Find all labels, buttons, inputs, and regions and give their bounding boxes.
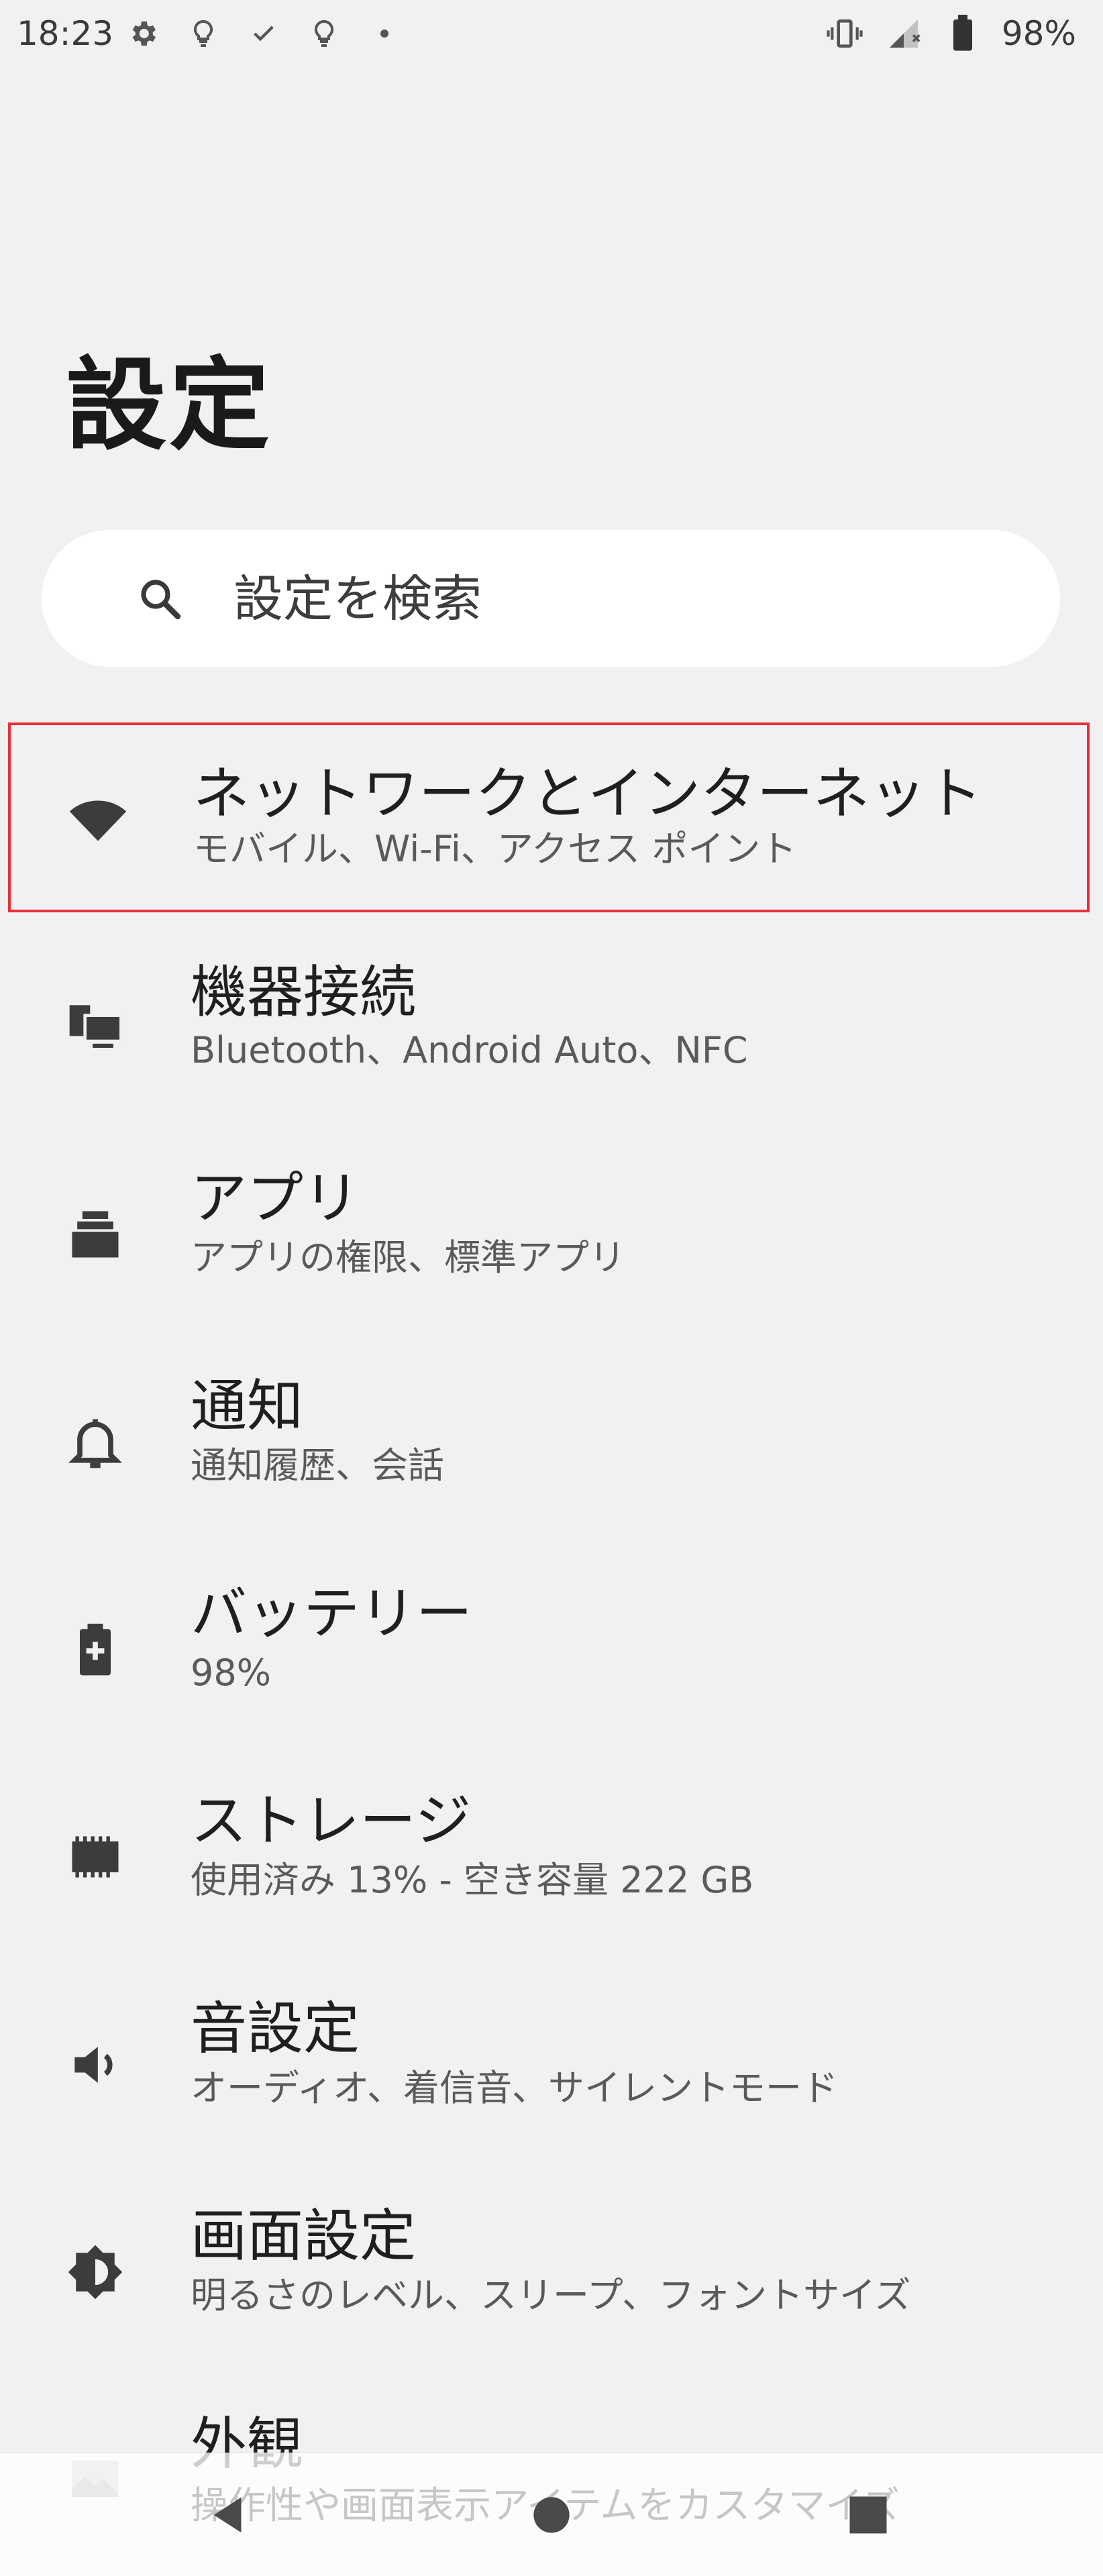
status-notification-icons — [124, 13, 403, 54]
battery-percent: 98% — [1001, 14, 1076, 53]
item-subtitle: オーディオ、着信音、サイレントモード — [191, 2067, 838, 2109]
bell-icon — [64, 1411, 126, 1473]
item-title: 機器接続 — [191, 959, 417, 1025]
settings-item-devices[interactable]: 機器接続 Bluetooth、Android Auto、NFC — [0, 926, 1103, 1125]
status-time: 18:23 — [17, 14, 114, 53]
item-title: 画面設定 — [191, 2203, 417, 2269]
item-subtitle: アプリの権限、標準アプリ — [191, 1236, 625, 1279]
lightbulb-icon — [305, 15, 343, 52]
settings-item-display[interactable]: 画面設定 明るさのレベル、スリープ、フォントサイズ — [0, 2171, 1103, 2370]
settings-screen: 18:23 98% 設定 設定を検索 ネットワークとインターネット モバイル、W… — [0, 0, 1103, 2576]
lightbulb-icon — [185, 15, 222, 52]
item-subtitle: 98% — [191, 1652, 272, 1694]
item-subtitle: 通知履歴、会話 — [191, 1444, 444, 1487]
dot-icon — [366, 15, 403, 52]
settings-item-battery[interactable]: バッテリー 98% — [0, 1549, 1103, 1748]
search-placeholder: 設定を検索 — [233, 570, 482, 628]
item-title: ストレージ — [191, 1788, 472, 1854]
settings-item-storage[interactable]: ストレージ 使用済み 13% - 空き容量 222 GB — [0, 1756, 1103, 1955]
item-title: 音設定 — [191, 1996, 360, 2061]
search-icon — [136, 574, 184, 623]
settings-item-notifications[interactable]: 通知 通知履歴、会話 — [0, 1342, 1103, 1540]
battery-icon — [943, 13, 983, 54]
search-bar[interactable]: 設定を検索 — [42, 530, 1060, 667]
vibrate-icon — [825, 13, 865, 54]
volume-icon — [64, 2034, 126, 2096]
gear-icon — [124, 15, 162, 52]
battery-icon — [64, 1619, 126, 1680]
settings-item-sound[interactable]: 音設定 オーディオ、着信音、サイレントモード — [0, 1964, 1103, 2163]
status-system-icons: 98% — [825, 12, 1076, 55]
check-icon — [245, 15, 282, 52]
settings-item-network[interactable]: ネットワークとインターネット モバイル、Wi-Fi、アクセス ポイント — [8, 722, 1090, 912]
navigation-bar: 操作性や画面表示アイテムをカスタマイズ — [0, 2453, 1103, 2576]
storage-icon — [64, 1826, 126, 1888]
item-subtitle: Bluetooth、Android Auto、NFC — [191, 1029, 748, 1071]
wifi-icon — [67, 790, 129, 851]
item-subtitle: 使用済み 13% - 空き容量 222 GB — [191, 1859, 754, 1901]
settings-item-apps[interactable]: アプリ アプリの権限、標準アプリ — [0, 1134, 1103, 1332]
item-title: 通知 — [191, 1373, 304, 1439]
apps-icon — [64, 1203, 126, 1265]
signal-icon — [884, 13, 924, 54]
back-icon[interactable] — [201, 2487, 258, 2543]
home-icon[interactable] — [523, 2487, 580, 2543]
recents-icon[interactable] — [840, 2487, 896, 2543]
page-title: 設定 — [66, 347, 273, 464]
item-title: バッテリー — [191, 1580, 473, 1646]
devices-icon — [64, 995, 126, 1057]
brightness-icon — [64, 2241, 126, 2303]
item-subtitle: 明るさのレベル、スリープ、フォントサイズ — [191, 2274, 911, 2316]
item-title: ネットワークとインターネット — [193, 761, 983, 826]
item-subtitle: モバイル、Wi-Fi、アクセス ポイント — [193, 828, 797, 870]
item-title: アプリ — [191, 1165, 360, 1231]
status-bar: 18:23 98% — [0, 0, 1103, 67]
